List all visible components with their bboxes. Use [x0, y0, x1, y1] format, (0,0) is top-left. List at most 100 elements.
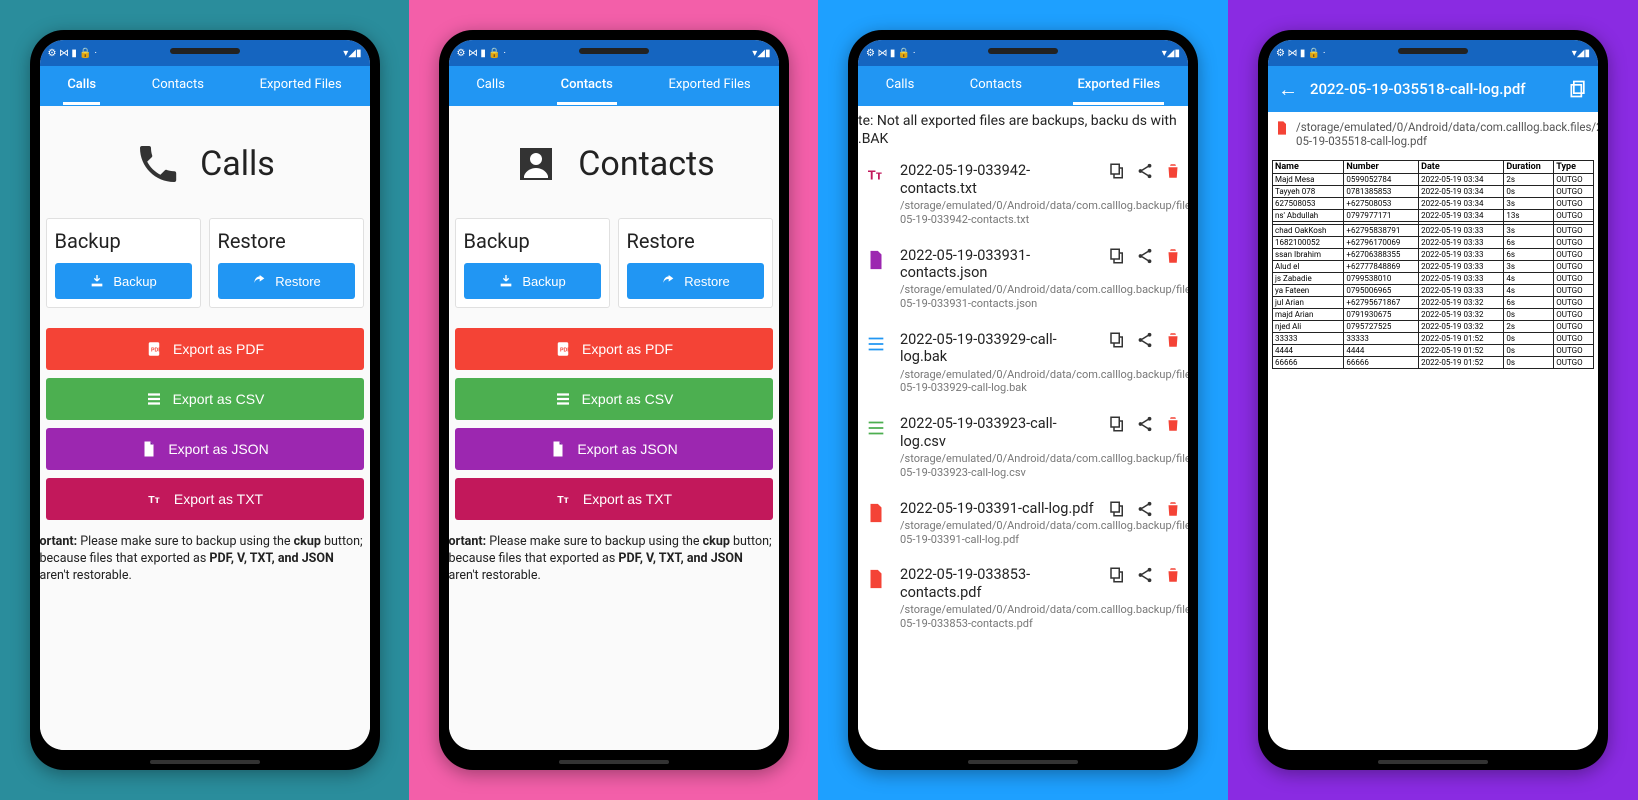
copy-icon[interactable] [1108, 247, 1126, 265]
table-row: 444444442022-05-19 01:520sOUTGO [1273, 345, 1594, 357]
table-header: Date [1419, 161, 1504, 174]
file-name: 2022-05-19-033931-contacts.json [900, 247, 1098, 282]
tab-exported[interactable]: Exported Files [665, 67, 755, 105]
txt-icon [146, 490, 164, 508]
file-row[interactable]: 2022-05-19-033853-contacts.pdf/storage/e… [858, 556, 1188, 640]
share-icon[interactable] [1136, 162, 1154, 180]
person-icon [512, 140, 560, 188]
table-row: njed Ali07957275252022-05-19 03:322sOUTG… [1273, 321, 1594, 333]
csv-icon [554, 390, 572, 408]
file-row[interactable]: 2022-05-19-033942-contacts.txt/storage/e… [858, 152, 1188, 236]
json-icon [549, 440, 567, 458]
restore-icon [251, 273, 267, 289]
copy-icon[interactable] [1108, 162, 1126, 180]
tab-exported[interactable]: Exported Files [256, 67, 346, 105]
share-icon[interactable] [1136, 500, 1154, 518]
delete-icon[interactable] [1164, 162, 1182, 180]
file-path: /storage/emulated/0/Android/data/com.cal… [900, 368, 1098, 396]
restore-button[interactable]: Restore [218, 263, 355, 299]
tab-bar: Calls Contacts Exported Files [858, 66, 1188, 106]
table-row: majd Arian07919306752022-05-19 03:320sOU… [1273, 309, 1594, 321]
share-icon[interactable] [1136, 247, 1154, 265]
table-row: chad OakKosh+627958387912022-05-19 03:33… [1273, 225, 1594, 237]
copy-icon[interactable] [1568, 79, 1588, 99]
export-csv-button[interactable]: Export as CSV [46, 378, 364, 420]
backup-card: Backup Backup [46, 218, 201, 308]
export-json-button[interactable]: Export as JSON [46, 428, 364, 470]
file-name: 2022-05-19-033853-contacts.pdf [900, 566, 1098, 601]
delete-icon[interactable] [1164, 500, 1182, 518]
tab-contacts[interactable]: Contacts [557, 67, 617, 105]
share-icon[interactable] [1136, 566, 1154, 584]
tab-bar: Calls Contacts Exported Files [40, 66, 370, 106]
back-button[interactable]: ← [1278, 77, 1298, 102]
share-icon[interactable] [1136, 331, 1154, 349]
tab-contacts[interactable]: Contacts [966, 67, 1026, 105]
table-row: Alud el+627778488692022-05-19 03:333sOUT… [1273, 261, 1594, 273]
table-header: Name [1273, 161, 1344, 174]
table-row: Tayyeh 07807813858532022-05-19 03:340sOU… [1273, 186, 1594, 198]
table-row: Majd Mesa05990527842022-05-19 03:342sOUT… [1273, 174, 1594, 186]
file-row[interactable]: 2022-05-19-033931-contacts.json/storage/… [858, 237, 1188, 321]
backup-card-title: Backup [464, 229, 601, 253]
table-row: ssan Ibrahim+627063883552022-05-19 03:33… [1273, 249, 1594, 261]
share-icon[interactable] [1136, 415, 1154, 433]
tab-calls[interactable]: Calls [63, 67, 100, 105]
copy-icon[interactable] [1108, 415, 1126, 433]
tab-exported[interactable]: Exported Files [1073, 67, 1164, 105]
status-bar: ⚙ ⋈ ▮ 🔒 ·▾◢▮ [449, 40, 779, 66]
export-csv-button[interactable]: Export as CSV [455, 378, 773, 420]
delete-icon[interactable] [1164, 331, 1182, 349]
copy-icon[interactable] [1108, 331, 1126, 349]
export-pdf-button[interactable]: Export as PDF [46, 328, 364, 370]
tab-calls[interactable]: Calls [882, 67, 919, 105]
file-path: /storage/emulated/0/Android/data/com.cal… [900, 199, 1098, 227]
phone-icon [134, 140, 182, 188]
json-icon [140, 440, 158, 458]
app-bar-title: 2022-05-19-035518-call-log.pdf [1310, 80, 1556, 98]
export-txt-button[interactable]: Export as TXT [455, 478, 773, 520]
backup-button[interactable]: Backup [55, 263, 192, 299]
delete-icon[interactable] [1164, 566, 1182, 584]
table-header: Type [1554, 161, 1594, 174]
restore-card-title: Restore [218, 229, 355, 253]
tab-calls[interactable]: Calls [472, 67, 509, 105]
export-pdf-button[interactable]: Export as PDF [455, 328, 773, 370]
file-list: 2022-05-19-033942-contacts.txt/storage/e… [858, 152, 1188, 640]
file-row[interactable]: 2022-05-19-033929-call-log.bak/storage/e… [858, 321, 1188, 405]
table-row: 33333333332022-05-19 01:520sOUTGO [1273, 333, 1594, 345]
restore-card-title: Restore [627, 229, 764, 253]
file-name: 2022-05-19-033942-contacts.txt [900, 162, 1098, 197]
file-path: /storage/emulated/0/Android/data/com.cal… [900, 603, 1098, 631]
backup-button[interactable]: Backup [464, 263, 601, 299]
file-name: 2022-05-19-03391-call-log.pdf [900, 500, 1098, 517]
page-title: Contacts [578, 144, 714, 184]
copy-icon[interactable] [1108, 500, 1126, 518]
restore-button[interactable]: Restore [627, 263, 764, 299]
copy-icon[interactable] [1108, 566, 1126, 584]
download-icon [498, 273, 514, 289]
app-bar: ← 2022-05-19-035518-call-log.pdf [1268, 66, 1598, 112]
delete-icon[interactable] [1164, 247, 1182, 265]
pdf-icon [554, 340, 572, 358]
table-row: 66666666662022-05-19 01:520sOUTGO [1273, 357, 1594, 369]
file-path: /storage/emulated/0/Android/data/com.cal… [900, 519, 1098, 547]
table-row: jul Arian+627956718672022-05-19 03:326sO… [1273, 297, 1594, 309]
status-bar: ⚙ ⋈ ▮ 🔒 ·▾◢▮ [40, 40, 370, 66]
delete-icon[interactable] [1164, 415, 1182, 433]
file-path: /storage/emulated/0/Android/data/com.cal… [900, 452, 1098, 480]
important-note: ortant: Please make sure to backup using… [449, 520, 779, 585]
export-txt-button[interactable]: Export as TXT [46, 478, 364, 520]
export-json-button[interactable]: Export as JSON [455, 428, 773, 470]
tab-contacts[interactable]: Contacts [148, 67, 208, 105]
table-row: ya Fateen07950069652022-05-19 03:334sOUT… [1273, 285, 1594, 297]
file-row[interactable]: 2022-05-19-033923-call-log.csv/storage/e… [858, 405, 1188, 489]
table-row: ns' Abdullah07979771712022-05-19 03:3413… [1273, 210, 1594, 222]
table-header: Duration [1504, 161, 1554, 174]
status-bar: ⚙ ⋈ ▮ 🔒 ·▾◢▮ [858, 40, 1188, 66]
restore-card: Restore Restore [618, 218, 773, 308]
pdf-icon [862, 566, 890, 590]
download-icon [89, 273, 105, 289]
page-title: Calls [200, 144, 275, 184]
file-row[interactable]: 2022-05-19-03391-call-log.pdf/storage/em… [858, 490, 1188, 557]
